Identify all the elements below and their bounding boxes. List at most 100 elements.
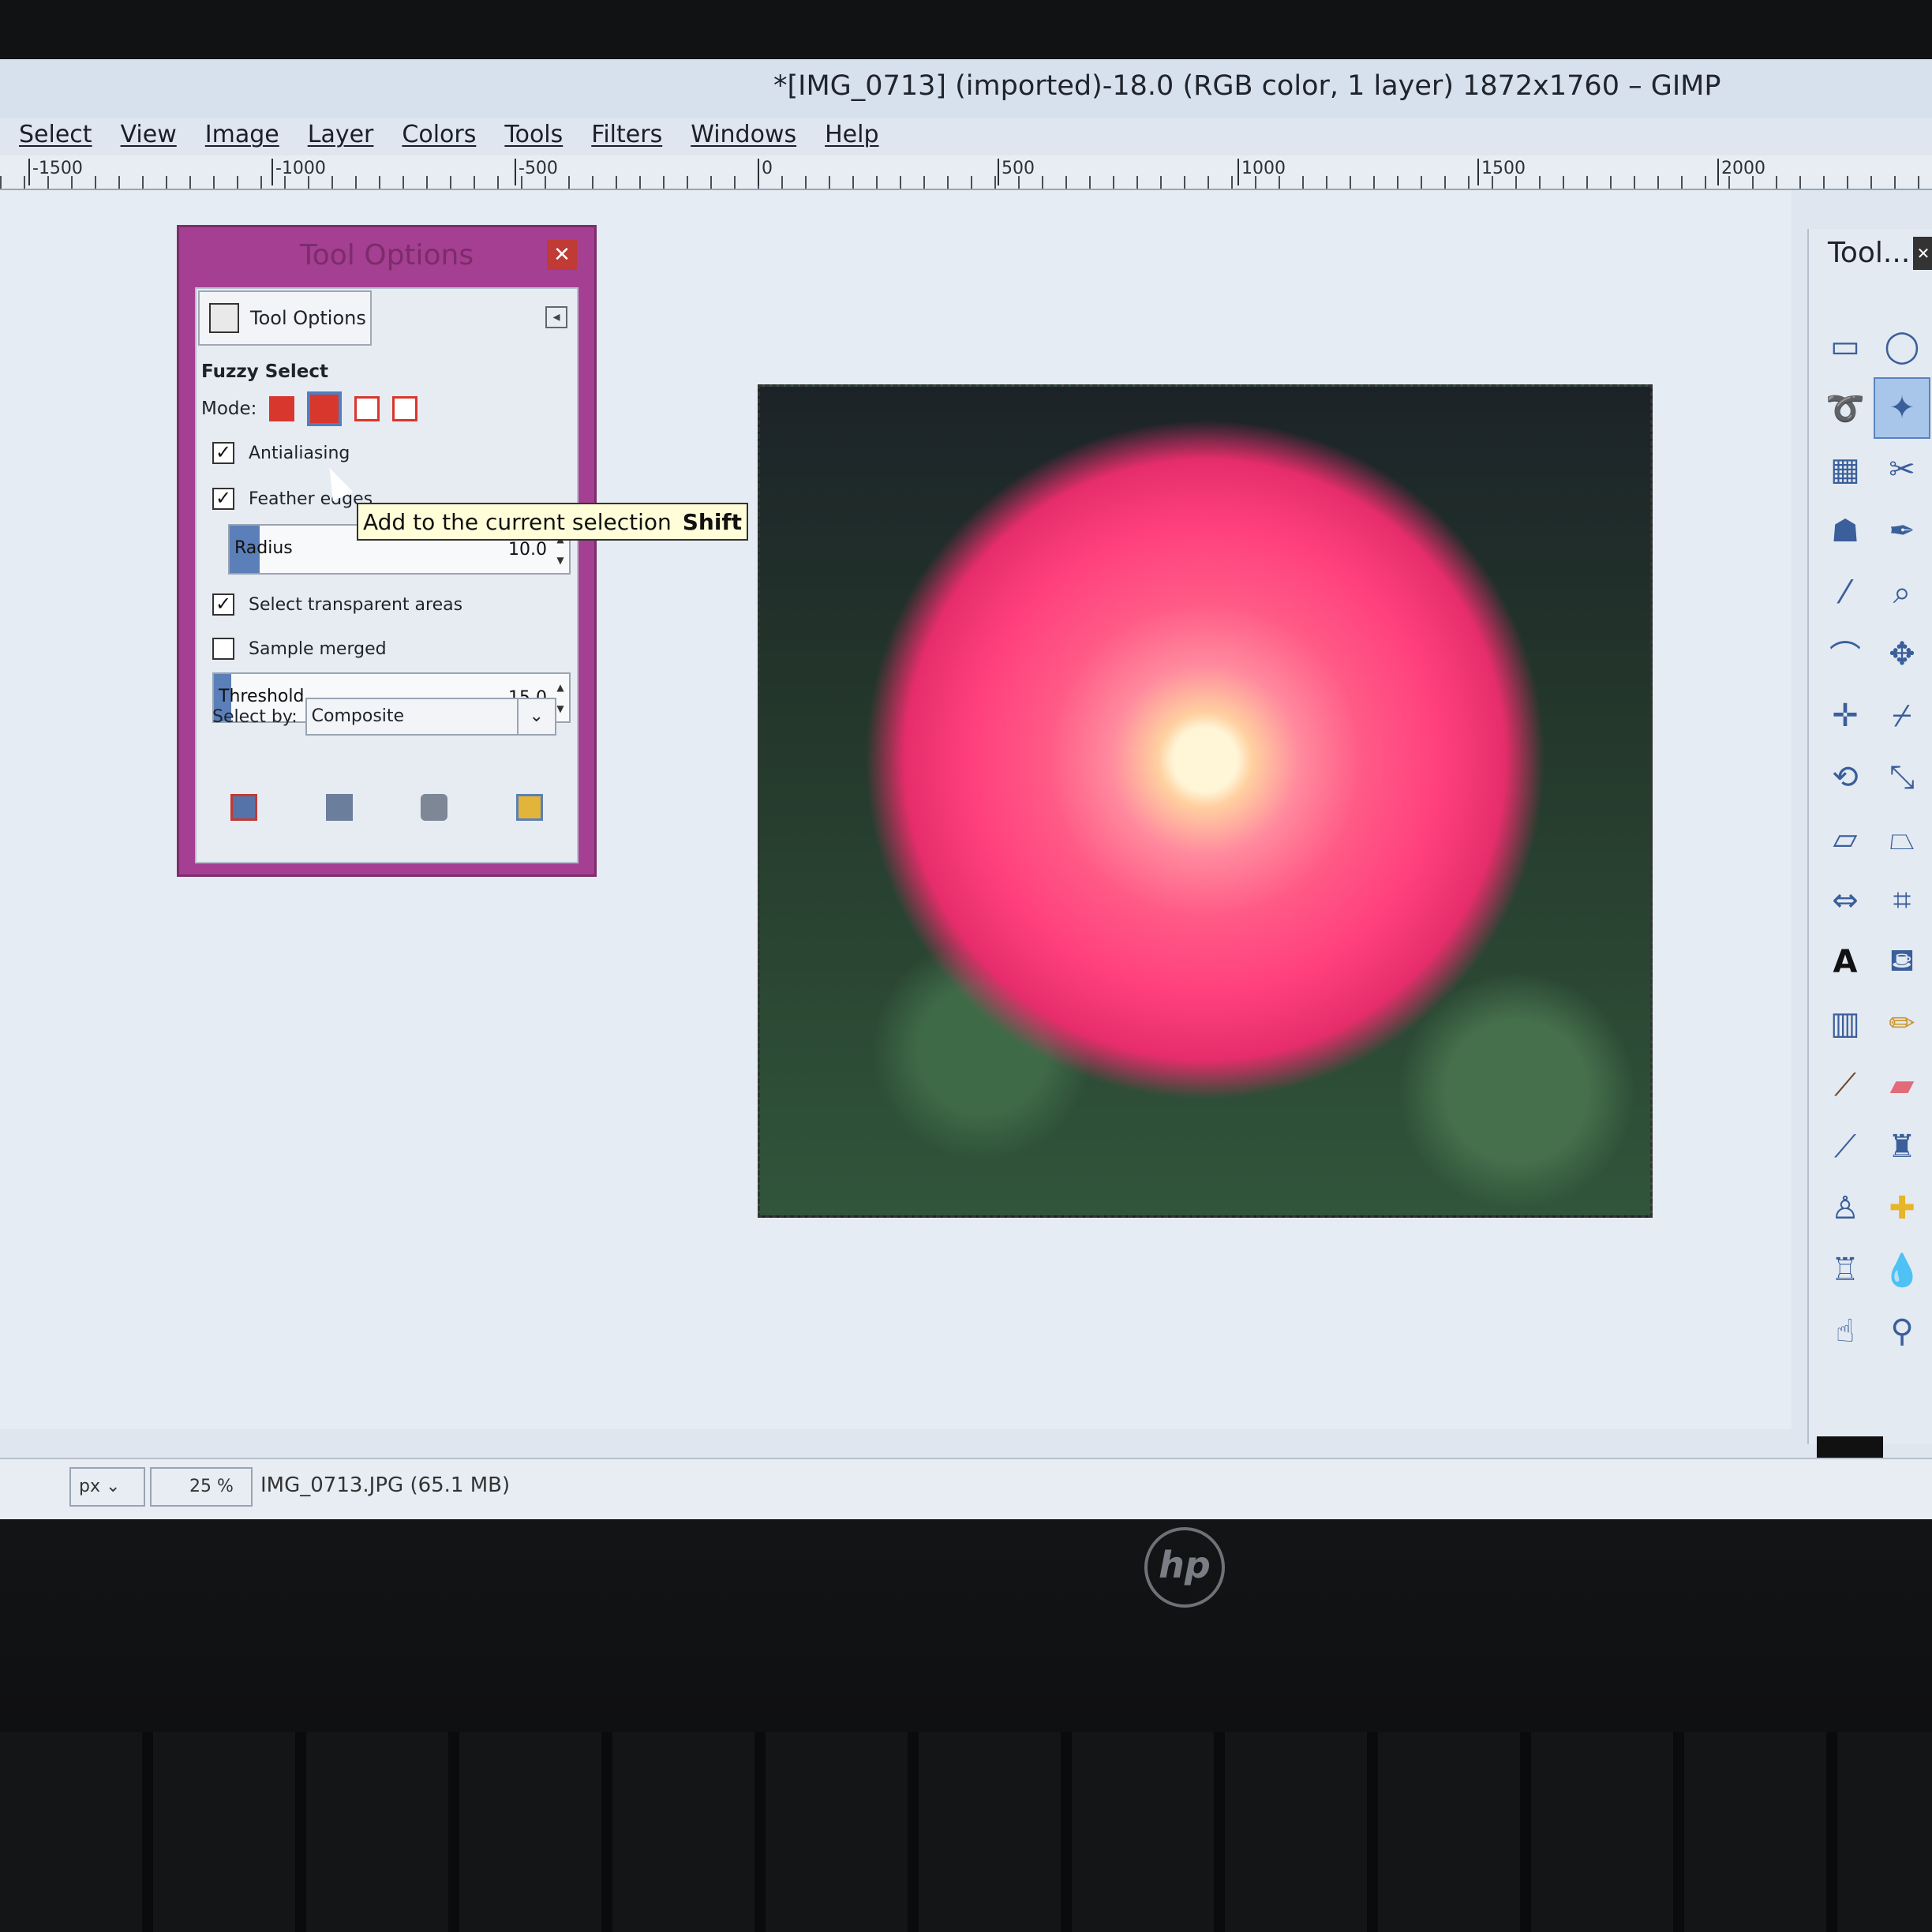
menu-windows[interactable]: Windows — [691, 121, 796, 148]
mode-intersect-icon[interactable] — [392, 396, 418, 421]
chevron-down-icon[interactable]: ⌄ — [516, 699, 555, 734]
select-by-dropdown[interactable]: Composite ⌄ — [305, 698, 556, 736]
clone-icon[interactable]: ♙ — [1817, 1178, 1874, 1239]
ellipse-select-icon[interactable]: ◯ — [1874, 316, 1930, 377]
flip-icon[interactable]: ⇔ — [1817, 870, 1874, 931]
select-transparent-checkbox[interactable]: ✓ — [212, 593, 234, 616]
align-icon[interactable]: ✛ — [1817, 685, 1874, 747]
ruler-label: 0 — [758, 159, 773, 185]
close-icon[interactable]: ✕ — [547, 240, 577, 270]
text-icon[interactable]: A — [1817, 931, 1874, 993]
scale-icon[interactable]: ⤡ — [1874, 747, 1930, 808]
sample-merged-row[interactable]: Sample merged — [212, 638, 387, 660]
eraser-icon[interactable]: ▰ — [1874, 1054, 1930, 1116]
move-icon[interactable]: ✥ — [1874, 623, 1930, 685]
antialiasing-checkbox[interactable]: ✓ — [212, 442, 234, 464]
ruler-label: -1000 — [271, 159, 326, 185]
tab-menu-icon[interactable]: ◂ — [545, 306, 567, 328]
rect-select-icon[interactable]: ▭ — [1817, 316, 1874, 377]
mode-row: Mode: — [201, 391, 418, 426]
horizontal-ruler[interactable]: -1500 -1000 -500 0 500 1000 1500 2000 — [0, 155, 1932, 190]
reset-options-icon[interactable] — [515, 794, 543, 821]
menu-bar: Select View Image Layer Colors Tools Fil… — [0, 107, 1932, 162]
fuzzy-select-icon[interactable]: ✦ — [1874, 377, 1930, 439]
select-by-value: Composite — [311, 706, 405, 726]
ruler-label: 1500 — [1477, 159, 1526, 185]
rose-image[interactable] — [758, 384, 1653, 1218]
free-select-icon[interactable]: ➰ — [1817, 377, 1874, 439]
zoom-selector[interactable]: 25 % ⌄ — [150, 1467, 253, 1519]
ruler-label: -500 — [515, 159, 558, 185]
dialog-title[interactable]: Tool Options — [179, 227, 594, 283]
crop-icon[interactable]: ⌿ — [1874, 685, 1930, 747]
unit-value: px — [79, 1477, 100, 1496]
unit-selector[interactable]: px ⌄ — [69, 1467, 145, 1507]
ruler-label: 2000 — [1717, 159, 1765, 185]
keyboard — [0, 1732, 1932, 1932]
select-by-row: Select by: Composite ⌄ — [212, 698, 556, 736]
bucket-fill-icon[interactable]: ⛾ — [1874, 931, 1930, 993]
smudge-icon[interactable]: ☝ — [1817, 1301, 1874, 1362]
tool-options-panel: Tool Options ◂ Fuzzy Select Mode: ✓ Anti… — [195, 287, 578, 863]
mode-label: Mode: — [201, 399, 257, 419]
menu-layer[interactable]: Layer — [308, 121, 374, 148]
delete-options-icon[interactable] — [421, 794, 448, 821]
sample-merged-label: Sample merged — [249, 638, 387, 659]
sample-merged-checkbox[interactable] — [212, 638, 234, 660]
scissors-icon[interactable]: ✂ — [1874, 439, 1930, 500]
perspective-icon[interactable]: ⏢ — [1874, 808, 1930, 870]
airbrush-icon[interactable]: ⟋ — [1817, 1116, 1874, 1178]
menu-image[interactable]: Image — [205, 121, 279, 148]
radius-value: 10.0 — [508, 540, 547, 560]
tab-label: Tool Options — [250, 307, 366, 329]
select-transparent-label: Select transparent areas — [249, 594, 463, 615]
menu-help[interactable]: Help — [825, 121, 878, 148]
ruler-label: 1000 — [1237, 159, 1286, 185]
status-bar: px ⌄ 25 % ⌄ IMG_0713.JPG (65.1 MB) — [0, 1458, 1932, 1519]
mode-subtract-icon[interactable] — [354, 396, 380, 421]
select-by-label: Select by: — [212, 706, 298, 727]
blur-icon[interactable]: 💧 — [1874, 1239, 1930, 1301]
menu-select[interactable]: Select — [19, 121, 92, 148]
feather-edges-label: Feather edges — [249, 489, 373, 509]
zoom-icon[interactable]: ⌕ — [1874, 562, 1930, 623]
heal-icon[interactable]: ✚ — [1874, 1178, 1930, 1239]
rotate-icon[interactable]: ⟲ — [1817, 747, 1874, 808]
menu-filters[interactable]: Filters — [591, 121, 662, 148]
pencil-icon[interactable]: ✏ — [1874, 993, 1930, 1054]
restore-options-icon[interactable] — [325, 794, 353, 821]
hp-logo: hp — [1144, 1527, 1225, 1608]
menu-view[interactable]: View — [121, 121, 177, 148]
menu-tools[interactable]: Tools — [504, 121, 563, 148]
tooltip-text: Add to the current selection — [363, 508, 672, 535]
select-transparent-row[interactable]: ✓ Select transparent areas — [212, 593, 462, 616]
mode-replace-icon[interactable] — [269, 396, 295, 421]
shear-icon[interactable]: ▱ — [1817, 808, 1874, 870]
feather-edges-checkbox[interactable]: ✓ — [212, 488, 234, 510]
measure-icon[interactable]: ⌒ — [1817, 623, 1874, 685]
sliders-icon — [209, 303, 239, 333]
toolbox-title[interactable]: Tool... — [1828, 237, 1910, 269]
dialog-button-bar — [197, 794, 577, 821]
close-icon[interactable]: ✕ — [1913, 237, 1932, 270]
perspective-clone-icon[interactable]: ♖ — [1817, 1239, 1874, 1301]
paths-icon[interactable]: ✒ — [1874, 500, 1930, 562]
menu-colors[interactable]: Colors — [402, 121, 476, 148]
tab-tool-options[interactable]: Tool Options — [198, 290, 372, 346]
zoom-value: 25 % — [189, 1477, 234, 1496]
paintbrush-icon[interactable]: ⟋ — [1817, 1054, 1874, 1116]
color-select-icon[interactable]: ▦ — [1817, 439, 1874, 500]
radius-label: Radius — [234, 538, 293, 558]
cage-transform-icon[interactable]: ⌗ — [1874, 870, 1930, 931]
color-picker-icon[interactable]: ⁄ — [1817, 562, 1874, 623]
mode-add-icon[interactable] — [307, 391, 343, 426]
save-options-icon[interactable] — [230, 794, 258, 821]
toolbox-panel: Tool... ✕ ▭ ◯ ➰ ✦ ▦ ✂ ☗ ✒ ⁄ ⌕ ⌒ ✥ ✛ ⌿ ⟲ … — [1807, 229, 1932, 1485]
ink-icon[interactable]: ♜ — [1874, 1116, 1930, 1178]
dodge-burn-icon[interactable]: ⚲ — [1874, 1301, 1930, 1362]
blend-icon[interactable]: ▥ — [1817, 993, 1874, 1054]
antialiasing-row[interactable]: ✓ Antialiasing — [212, 442, 350, 464]
foreground-select-icon[interactable]: ☗ — [1817, 500, 1874, 562]
monitor-bezel — [0, 0, 1932, 59]
antialiasing-label: Antialiasing — [249, 443, 350, 463]
